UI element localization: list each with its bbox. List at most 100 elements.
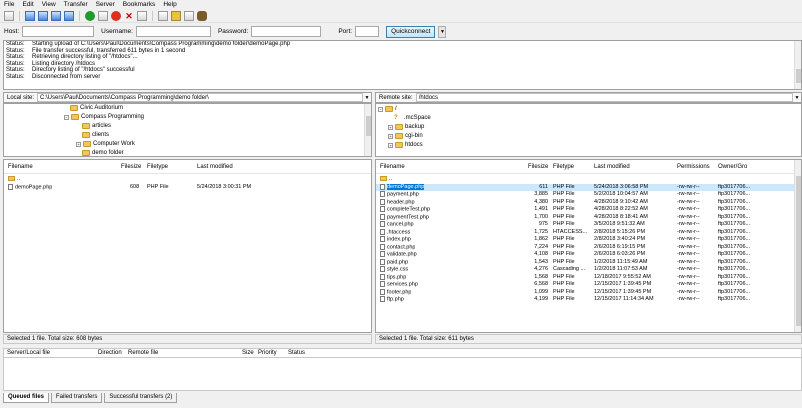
tree-item[interactable]: Civic Auditorium: [70, 104, 123, 112]
col-last-modified[interactable]: Last modified: [594, 164, 630, 170]
log-scrollbar[interactable]: [794, 41, 801, 89]
tree-item[interactable]: − Compass Programming: [64, 113, 144, 121]
password-input[interactable]: [251, 26, 322, 37]
local-path-dropdown-icon[interactable]: ▼: [363, 95, 371, 101]
col-last-modified[interactable]: Last modified: [197, 164, 233, 170]
queue-list[interactable]: [3, 358, 802, 391]
menu-edit[interactable]: Edit: [18, 0, 37, 9]
col-remote-file[interactable]: Remote file: [128, 350, 158, 356]
tree-item[interactable]: + Computer Work: [76, 140, 135, 148]
col-size[interactable]: Size: [242, 350, 254, 356]
col-filename[interactable]: Filename: [8, 164, 33, 170]
filter-icon[interactable]: [158, 10, 168, 21]
table-row[interactable]: services.php 6,568 PHP File 12/15/2017 1:39…: [376, 281, 801, 288]
toggle-queue-icon[interactable]: [64, 10, 74, 21]
sync-browse-icon[interactable]: [184, 10, 194, 21]
table-row[interactable]: payment.php 3,885 PHP File 5/2/2018 10:04:5…: [376, 191, 801, 198]
menu-server[interactable]: Server: [92, 0, 119, 9]
tab-queued-files[interactable]: Queued files: [3, 393, 50, 403]
col-status[interactable]: Status: [288, 350, 305, 356]
message-log[interactable]: Status: Starting upload of C:\Users\Paul\…: [3, 40, 802, 90]
remote-tree[interactable]: − / ? .mcSpace + backup + cgi-bin + htdocs: [375, 103, 802, 157]
process-queue-icon[interactable]: [98, 10, 108, 21]
table-row[interactable]: style.css 4,276 Cascading ... 1/2/2018 11:0…: [376, 266, 801, 273]
col-filename[interactable]: Filename: [380, 164, 405, 170]
remote-path-dropdown-icon[interactable]: ▼: [793, 95, 801, 101]
local-tree-scroll-thumb[interactable]: [366, 116, 371, 136]
expand-icon[interactable]: +: [76, 141, 81, 147]
port-label: Port:: [338, 28, 353, 35]
host-input[interactable]: [22, 26, 95, 37]
table-row[interactable]: completeTest.php 1,491 PHP File 4/28/2018 8…: [376, 206, 801, 213]
col-filesize[interactable]: Filesize: [121, 164, 141, 170]
table-row[interactable]: .htaccess 1,725 HTACCESS... 2/8/2018 5:15:2…: [376, 228, 801, 236]
local-file-list[interactable]: Filename Filesize Filetype Last modified…: [3, 159, 372, 333]
collapse-icon[interactable]: −: [378, 106, 383, 112]
col-filetype[interactable]: Filetype: [553, 164, 574, 170]
remote-file-list[interactable]: Filename Filesize Filetype Last modified…: [375, 159, 802, 333]
disconnect-icon[interactable]: ✕: [124, 11, 134, 21]
tree-item[interactable]: clients: [82, 131, 109, 139]
menu-file[interactable]: File: [0, 0, 18, 9]
col-filesize[interactable]: Filesize: [528, 164, 548, 170]
table-row[interactable]: paymentTest.php 1,700 PHP File 4/28/2018 8:…: [376, 213, 801, 221]
table-row[interactable]: demoPage.php 611 PHP File 5/24/2018 3:06:58…: [376, 183, 801, 191]
table-row[interactable]: contact.php 7,224 PHP File 2/6/2018 6:19:15…: [376, 243, 801, 251]
tab-successful-transfers[interactable]: Successful transfers (2): [104, 393, 178, 403]
tree-item[interactable]: articles: [82, 122, 111, 130]
table-row[interactable]: ..: [4, 176, 371, 183]
table-row[interactable]: validate.php 4,108 PHP File 2/6/2018 6:03:2…: [376, 251, 801, 258]
col-direction[interactable]: Direction: [98, 350, 122, 356]
cancel-icon[interactable]: [111, 10, 121, 21]
compare-icon[interactable]: [171, 10, 181, 21]
table-row[interactable]: index.php 1,862 PHP File 2/8/2018 3:40:24 P…: [376, 236, 801, 243]
expand-icon[interactable]: +: [388, 142, 393, 148]
table-row[interactable]: tips.php 1,568 PHP File 12/18/2017 9:55:52 …: [376, 273, 801, 281]
menu-help[interactable]: Help: [159, 0, 180, 9]
search-binoculars-icon[interactable]: [197, 10, 207, 21]
table-row[interactable]: ..: [376, 176, 801, 183]
tree-item[interactable]: demo folder: [82, 149, 124, 156]
tree-item[interactable]: + htdocs: [388, 141, 423, 149]
quickconnect-button[interactable]: Quickconnect: [386, 25, 436, 38]
tree-item[interactable]: − /: [378, 105, 397, 113]
menu-transfer[interactable]: Transfer: [60, 0, 92, 9]
expand-icon[interactable]: +: [388, 133, 393, 139]
site-manager-icon[interactable]: [4, 10, 14, 21]
remote-list-scroll-thumb[interactable]: [796, 176, 801, 326]
col-filetype[interactable]: Filetype: [147, 164, 168, 170]
col-permissions[interactable]: Permissions: [677, 164, 710, 170]
toggle-local-tree-icon[interactable]: [38, 10, 48, 21]
collapse-icon[interactable]: −: [64, 114, 69, 120]
tree-item[interactable]: + backup: [388, 123, 424, 131]
table-row[interactable]: demoPage.php 608 PHP File 5/24/2018 3:00…: [4, 184, 371, 191]
table-row[interactable]: paid.php 1,543 PHP File 1/2/2018 11:15:49 A…: [376, 258, 801, 266]
table-row[interactable]: footer.php 1,099 PHP File 12/15/2017 1:39:4…: [376, 288, 801, 296]
expand-icon[interactable]: +: [388, 124, 393, 130]
log-scroll-thumb[interactable]: [796, 69, 801, 83]
table-row[interactable]: cancel.php 975 PHP File 3/5/2018 9:51:32 AM…: [376, 221, 801, 228]
local-tree[interactable]: Civic Auditorium − Compass Programming ar…: [3, 103, 372, 157]
tab-failed-transfers[interactable]: Failed transfers: [51, 393, 103, 403]
remote-list-scrollbar[interactable]: [794, 160, 801, 332]
menu-view[interactable]: View: [38, 0, 60, 9]
remote-site-path[interactable]: /htdocs: [415, 93, 793, 102]
tree-item[interactable]: ? .mcSpace: [394, 114, 431, 122]
toggle-log-icon[interactable]: [25, 10, 35, 21]
username-input[interactable]: [135, 26, 211, 37]
tree-item[interactable]: + cgi-bin: [388, 132, 423, 140]
refresh-icon[interactable]: [85, 10, 95, 21]
file-icon: [380, 296, 385, 302]
col-owner[interactable]: Owner/Gro: [718, 164, 747, 170]
menu-bookmarks[interactable]: Bookmarks: [119, 0, 160, 9]
col-server-local-file[interactable]: Server/Local file: [7, 350, 50, 356]
quickconnect-dropdown-icon[interactable]: ▼: [438, 25, 447, 38]
table-row[interactable]: header.php 4,380 PHP File 4/28/2018 9:10:42…: [376, 198, 801, 206]
col-priority[interactable]: Priority: [258, 350, 277, 356]
reconnect-icon[interactable]: [137, 10, 147, 21]
local-tree-scrollbar[interactable]: [364, 104, 371, 156]
table-row[interactable]: ftp.php 4,199 PHP File 12/15/2017 11:14:34 …: [376, 296, 801, 303]
toggle-remote-tree-icon[interactable]: [51, 10, 61, 21]
local-site-path[interactable]: C:\Users\Paul\Documents\Compass Programm…: [37, 93, 363, 102]
port-input[interactable]: [355, 26, 380, 37]
